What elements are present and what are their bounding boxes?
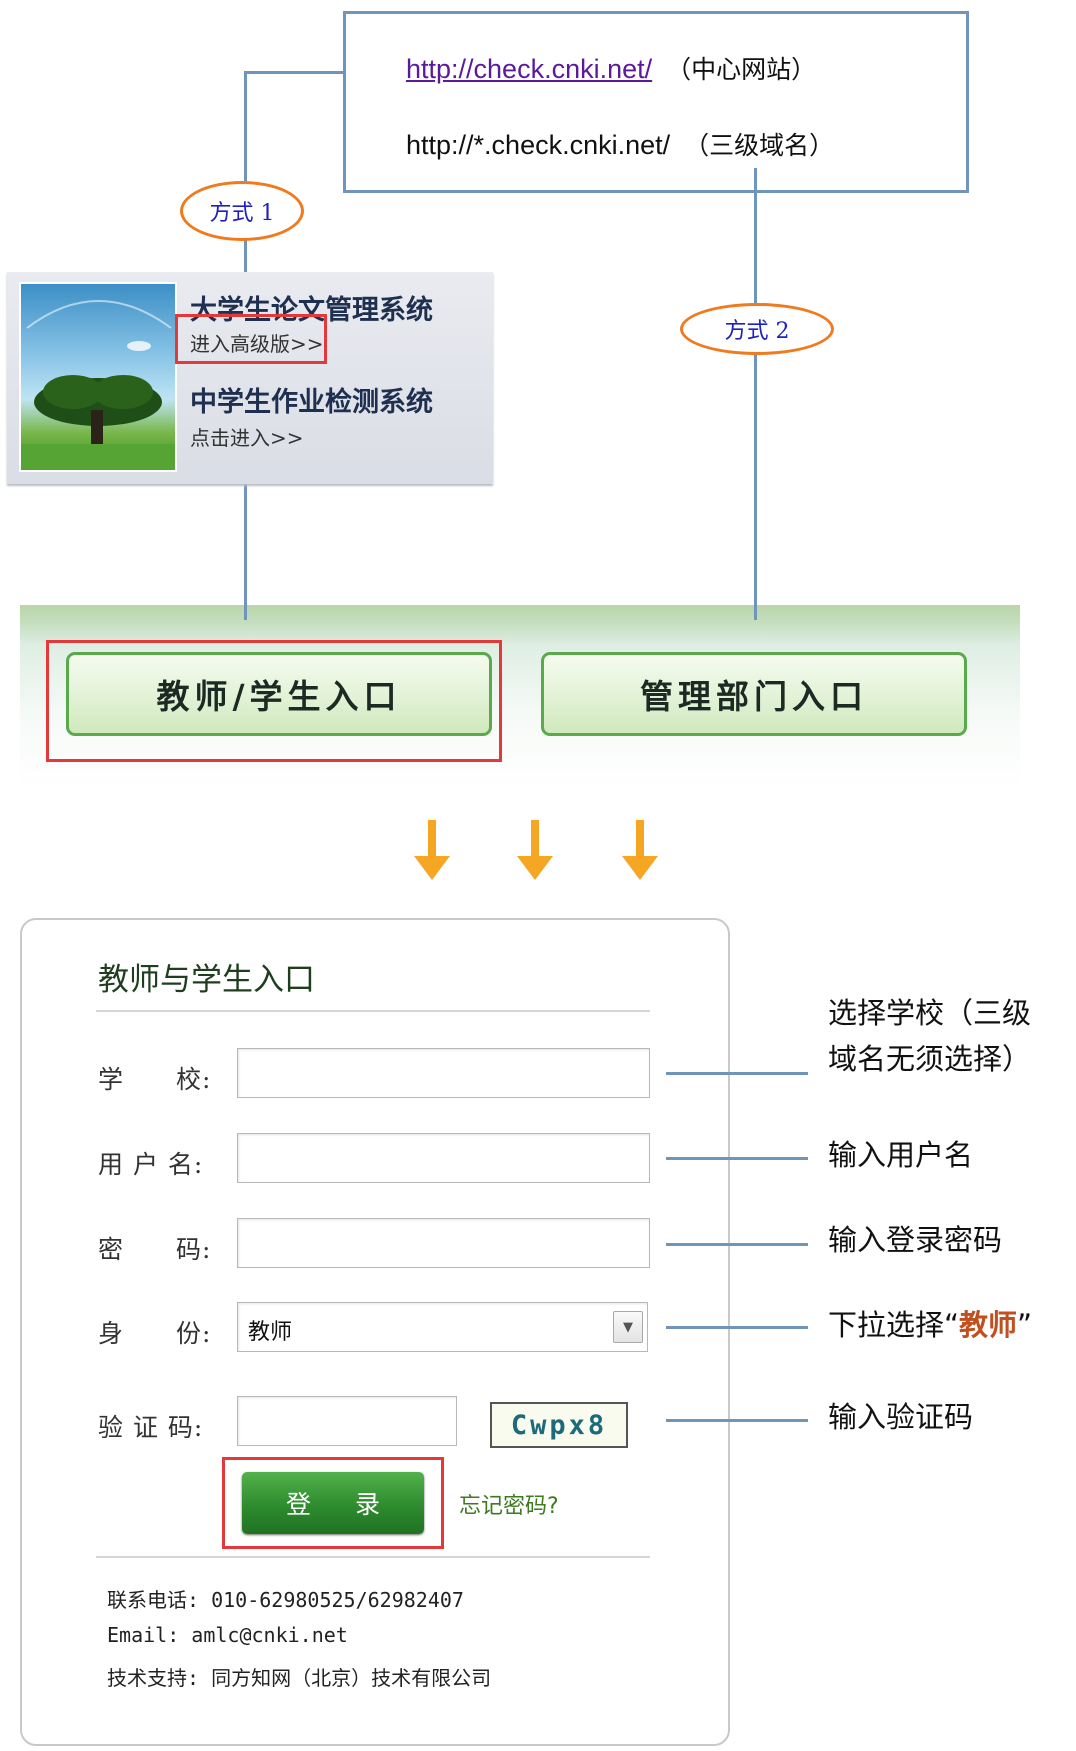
password-label: 密 码:	[98, 1235, 212, 1264]
center-site-note: （中心网站）	[666, 55, 817, 84]
connector-line	[754, 340, 757, 615]
connector-line	[246, 71, 345, 74]
identity-annotation-highlight: 教师	[959, 1308, 1018, 1342]
banner-skyline	[20, 605, 1020, 645]
middle-school-system-title[interactable]: 中学生作业检测系统	[190, 380, 433, 419]
identity-label: 身 份:	[98, 1319, 212, 1348]
school-label: 学 校:	[98, 1065, 212, 1094]
captcha-input[interactable]	[237, 1396, 457, 1446]
middle-school-enter-link[interactable]: 点击进入>>	[190, 422, 304, 451]
divider	[96, 1010, 650, 1012]
portal-panel: 大学生论文管理系统 进入高级版>> 中学生作业检测系统 点击进入>>	[7, 272, 493, 484]
admin-entry-button[interactable]: 管理部门入口	[541, 652, 967, 736]
highlight-box	[175, 314, 327, 364]
captcha-label: 验 证 码:	[98, 1413, 204, 1442]
method-2-badge: 方式 2	[680, 303, 834, 355]
password-input[interactable]	[237, 1218, 650, 1268]
down-arrow-icon	[414, 820, 450, 880]
identity-selected-value: 教师	[248, 1320, 293, 1345]
subdomain-url: http://*.check.cnki.net/	[406, 130, 671, 160]
username-annotation: 输入用户名	[828, 1138, 974, 1172]
chevron-down-icon[interactable]: ▼	[613, 1311, 643, 1343]
school-annotation: 选择学校（三级 域名无须选择）	[828, 990, 1031, 1083]
tech-support: 技术支持: 同方知网（北京）技术有限公司	[107, 1666, 492, 1690]
identity-annotation: 下拉选择“教师”	[828, 1302, 1032, 1348]
identity-annotation-suffix: ”	[1017, 1308, 1033, 1342]
subdomain-row: http://*.check.cnki.net/ （三级域名）	[406, 126, 834, 162]
school-input[interactable]	[237, 1048, 650, 1098]
connector-line	[244, 590, 247, 620]
teacher-student-entry-button[interactable]: 教师/学生入口	[66, 652, 492, 736]
school-annotation-line2: 域名无须选择）	[828, 1042, 1032, 1077]
username-label: 用 户 名:	[98, 1150, 204, 1179]
login-button[interactable]: 登 录	[242, 1472, 424, 1534]
divider	[96, 1556, 650, 1558]
subdomain-note: （三级域名）	[684, 131, 835, 160]
school-annotation-line1: 选择学校（三级	[828, 996, 1032, 1030]
down-arrow-icon	[517, 820, 553, 880]
password-annotation: 输入登录密码	[828, 1223, 1003, 1257]
identity-select[interactable]: 教师 ▼	[237, 1302, 648, 1352]
captcha-annotation: 输入验证码	[828, 1400, 974, 1434]
annotation-line	[666, 1419, 808, 1422]
down-arrow-icon	[622, 820, 658, 880]
connector-line	[244, 238, 247, 274]
username-input[interactable]	[237, 1133, 650, 1183]
center-site-row: http://check.cnki.net/ （中心网站）	[406, 50, 816, 86]
forgot-password-link[interactable]: 忘记密码?	[459, 1488, 559, 1520]
annotation-line	[666, 1326, 808, 1329]
contact-phone: 联系电话: 010-62980525/62982407	[107, 1588, 464, 1612]
connector-line	[754, 168, 757, 304]
contact-email: Email: amlc@cnki.net	[107, 1623, 348, 1647]
connector-line	[244, 71, 247, 181]
annotation-line	[666, 1243, 808, 1246]
method-1-badge: 方式 1	[180, 181, 304, 241]
center-site-link[interactable]: http://check.cnki.net/	[406, 54, 652, 84]
tree-icon	[21, 300, 175, 470]
tree-image	[19, 282, 177, 472]
annotation-line	[666, 1157, 808, 1160]
connector-line	[754, 590, 757, 620]
captcha-image[interactable]: Cwpx8	[490, 1402, 628, 1448]
login-title: 教师与学生入口	[98, 962, 315, 998]
url-box: http://check.cnki.net/ （中心网站） http://*.ch…	[343, 11, 969, 193]
annotation-line	[666, 1072, 808, 1075]
identity-annotation-prefix: 下拉选择“	[828, 1308, 960, 1342]
